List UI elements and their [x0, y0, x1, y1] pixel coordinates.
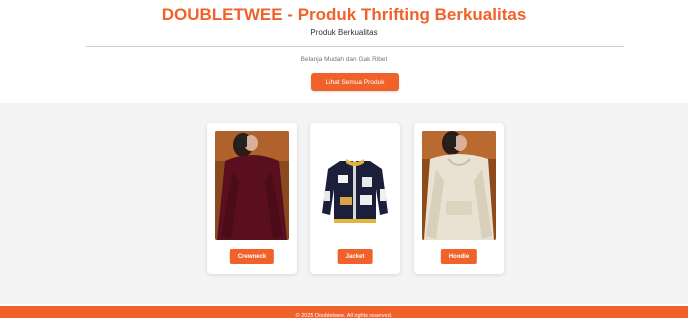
site-subtitle: Produk Berkualitas	[310, 28, 378, 37]
header-divider	[86, 46, 624, 47]
product-card-jacket[interactable]: Jacket	[310, 123, 400, 274]
product-button-hoodie[interactable]: Hoodie	[440, 249, 478, 264]
product-card-crewneck[interactable]: Crewneck	[207, 123, 297, 274]
products-section: Crewneck Jacket Hoodie	[0, 103, 688, 304]
view-all-products-button[interactable]: Lihat Semua Produk	[311, 73, 399, 91]
product-image-hoodie[interactable]	[422, 131, 496, 240]
product-image-jacket[interactable]	[318, 131, 392, 240]
product-button-crewneck[interactable]: Crewneck	[229, 249, 275, 264]
product-card-hoodie[interactable]: Hoodie	[414, 123, 504, 274]
hero-tagline: Belanja Mudah dan Gak Ribet	[300, 56, 388, 63]
product-image-crewneck[interactable]	[215, 131, 289, 240]
site-footer: © 2025 Doubletwee. All rights reserved.	[0, 306, 688, 319]
site-title: DOUBLETWEE - Produk Thrifting Berkualita…	[161, 5, 527, 24]
footer-copyright: © 2025 Doubletwee. All rights reserved.	[295, 313, 393, 319]
product-button-jacket[interactable]: Jacket	[337, 249, 373, 264]
